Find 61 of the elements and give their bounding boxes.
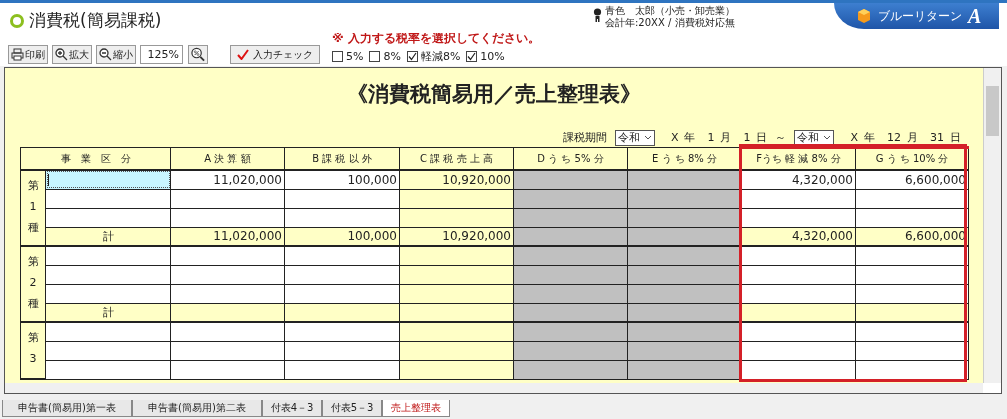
date-value: 31 (930, 131, 944, 144)
zoom-percent-button[interactable] (188, 45, 208, 64)
checkmark-icon (467, 52, 477, 61)
brand-mark: A (968, 4, 982, 28)
date-value: 12 (887, 131, 901, 144)
checkmark-icon (407, 52, 417, 61)
sheet-title: 《消費税簡易用／売上整理表》 (346, 81, 642, 108)
category-label: 第1種 (20, 170, 46, 246)
print-button[interactable]: 印刷 (8, 45, 48, 64)
date-unit: 月 (907, 130, 918, 145)
date-unit: 年 (864, 130, 875, 145)
rate-checkbox[interactable]: 5% (332, 49, 364, 64)
rate-checkbox[interactable]: 軽減8% (406, 49, 461, 64)
brand-name: ブルーリターン (878, 7, 962, 25)
range-separator: ～ (775, 130, 787, 145)
date-value: X (850, 131, 858, 144)
window-title: 消費税(簡易課税) (29, 9, 162, 32)
chevron-down-icon (643, 135, 652, 140)
magnifier-icon (191, 47, 205, 62)
column-header: G う ち 10% 分 (855, 147, 969, 170)
sheet-tab[interactable]: 売上整理表 (382, 400, 450, 417)
rate-checkbox[interactable]: 10% (466, 49, 505, 64)
column-header: E う ち 8% 分 (627, 147, 742, 170)
date-unit: 年 (684, 130, 696, 145)
sheet-tab[interactable]: 付表4－3 (262, 400, 322, 417)
printer-icon (11, 48, 24, 61)
column-header: 事 業 区 分 (20, 147, 171, 170)
input-check-button[interactable]: 入力チェック (230, 45, 320, 64)
date-unit: 日 (756, 130, 768, 145)
chevron-down-icon (823, 135, 832, 140)
zoom-in-button[interactable]: 拡大 (52, 45, 92, 64)
date-unit: 日 (950, 130, 961, 145)
cube-icon (856, 8, 872, 24)
date-value: 1 (743, 131, 751, 144)
date-value: 1 (707, 131, 715, 144)
date-unit: 月 (720, 130, 732, 145)
ring-icon (10, 13, 24, 28)
rate-checkbox[interactable]: 8% (369, 49, 401, 64)
horizontal-scrollbar[interactable] (5, 383, 983, 393)
vertical-scrollbar[interactable] (983, 68, 1001, 383)
column-header: A 決 算 額 (170, 147, 285, 170)
era-dropdown[interactable]: 令和 (614, 129, 655, 146)
sheet-tab[interactable]: 申告書(簡易用)第一表 (2, 400, 132, 417)
date-value: X (670, 131, 679, 144)
column-header: B 課 税 以 外 (284, 147, 400, 170)
person-icon (593, 8, 602, 22)
checkmark-icon (237, 49, 249, 60)
zoom-field[interactable]: 125% (140, 45, 183, 64)
category-label: 第2種 (20, 246, 46, 322)
user-name: 青色 太郎（小売・卸売業） (605, 5, 735, 17)
category-label: 第3 (20, 322, 46, 379)
zoom-out-icon (99, 48, 112, 61)
period-label: 課税期間 (562, 130, 607, 145)
user-detail: 会計年:20XX / 消費税対応無 (605, 17, 735, 29)
era-dropdown[interactable]: 令和 (794, 129, 835, 146)
column-header: D う ち 5% 分 (513, 147, 628, 170)
sheet-tab[interactable]: 付表5－3 (322, 400, 382, 417)
sheet-tab[interactable]: 申告書(簡易用)第二表 (132, 400, 262, 417)
zoom-in-icon (55, 48, 68, 61)
zoom-out-button[interactable]: 縮小 (96, 45, 136, 64)
column-header: C 課 税 売 上 高 (399, 147, 514, 170)
